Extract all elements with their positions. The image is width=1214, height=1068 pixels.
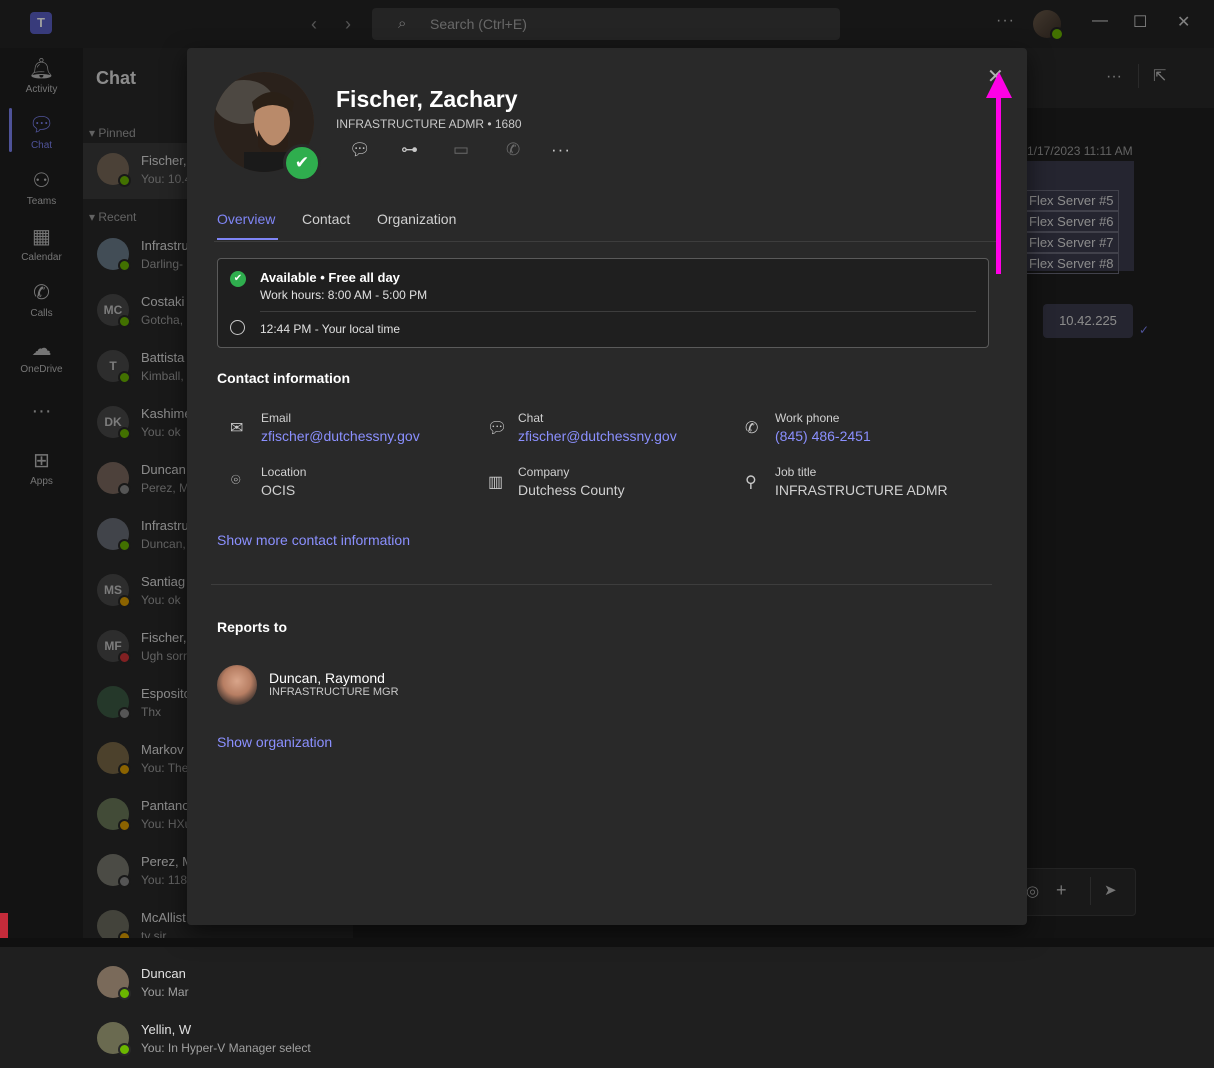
work-phone-link[interactable]: (845) 486-2451 — [775, 428, 871, 444]
status-badge: ✔ — [283, 144, 321, 182]
phone-icon: ✆ — [745, 420, 759, 437]
status-badge — [118, 1043, 131, 1056]
available-icon: ✔ — [230, 271, 246, 287]
phone-icon[interactable]: ✆ — [506, 140, 520, 160]
availability-status: Available • Free all day — [260, 270, 400, 285]
chat-name: Duncan — [141, 966, 186, 981]
profile-subtitle: INFRASTRUCTURE ADMR • 1680 — [336, 117, 522, 131]
divider — [211, 584, 992, 585]
work-phone-label: Work phone — [775, 411, 840, 425]
company-label: Company — [518, 465, 570, 479]
profile-card: ✔ Fischer, Zachary INFRASTRUCTURE ADMR •… — [187, 48, 1027, 925]
building-icon: ▥ — [488, 474, 504, 491]
email-label: Email — [261, 411, 292, 425]
tab-overview[interactable]: Overview — [217, 211, 275, 227]
profile-name: Fischer, Zachary — [336, 86, 518, 112]
person-icon: ⚲ — [745, 474, 757, 491]
mail-icon: ✉ — [230, 420, 244, 437]
list-item[interactable]: Duncan You: Mar — [83, 956, 353, 1012]
chat-icon: 💬︎ — [487, 420, 508, 437]
taskbar — [0, 938, 1214, 947]
local-time: 12:44 PM - Your local time — [260, 322, 401, 336]
chat-link[interactable]: zfischer@dutchessny.gov — [518, 428, 677, 444]
tab-contact[interactable]: Contact — [302, 211, 350, 227]
divider — [214, 241, 999, 242]
contact-heading: Contact information — [217, 370, 350, 386]
chat-label: Chat — [518, 411, 544, 425]
manager-title: INFRASTRUCTURE MGR — [269, 686, 399, 698]
company-value: Dutchess County — [518, 482, 625, 498]
reports-to-heading: Reports to — [217, 619, 287, 635]
availability-box: ✔ Available • Free all day Work hours: 8… — [217, 258, 989, 348]
org-chart-icon[interactable]: ⊶ — [401, 140, 418, 160]
work-hours: Work hours: 8:00 AM - 5:00 PM — [260, 288, 428, 302]
annotation-arrow-head — [986, 72, 1012, 98]
chat-name: Yellin, W — [141, 1022, 192, 1037]
divider — [260, 311, 976, 312]
location-label: Location — [261, 465, 307, 479]
job-title-value: INFRASTRUCTURE ADMR — [775, 482, 948, 498]
location-icon: ⌾ — [231, 472, 241, 489]
chat-preview: You: Mar — [141, 985, 189, 999]
more-icon[interactable]: ··· — [551, 140, 571, 160]
clock-icon — [230, 320, 245, 335]
tab-underline — [217, 238, 278, 240]
avatar[interactable] — [217, 665, 257, 705]
list-item[interactable]: Yellin, W You: In Hyper-V Manager select — [83, 1012, 353, 1068]
show-organization-link[interactable]: Show organization — [217, 734, 332, 750]
job-title-label: Job title — [775, 465, 817, 479]
status-badge — [118, 987, 131, 1000]
show-more-contact-link[interactable]: Show more contact information — [217, 532, 410, 548]
tab-organization[interactable]: Organization — [377, 211, 456, 227]
video-call-icon[interactable]: ▭ — [453, 140, 469, 160]
chat-preview: You: In Hyper-V Manager select — [141, 1041, 311, 1055]
chat-icon[interactable]: 💬︎ — [349, 140, 371, 160]
manager-name[interactable]: Duncan, Raymond — [269, 670, 385, 686]
email-link[interactable]: zfischer@dutchessny.gov — [261, 428, 420, 444]
annotation-arrow — [996, 96, 1001, 274]
location-value: OCIS — [261, 482, 296, 498]
